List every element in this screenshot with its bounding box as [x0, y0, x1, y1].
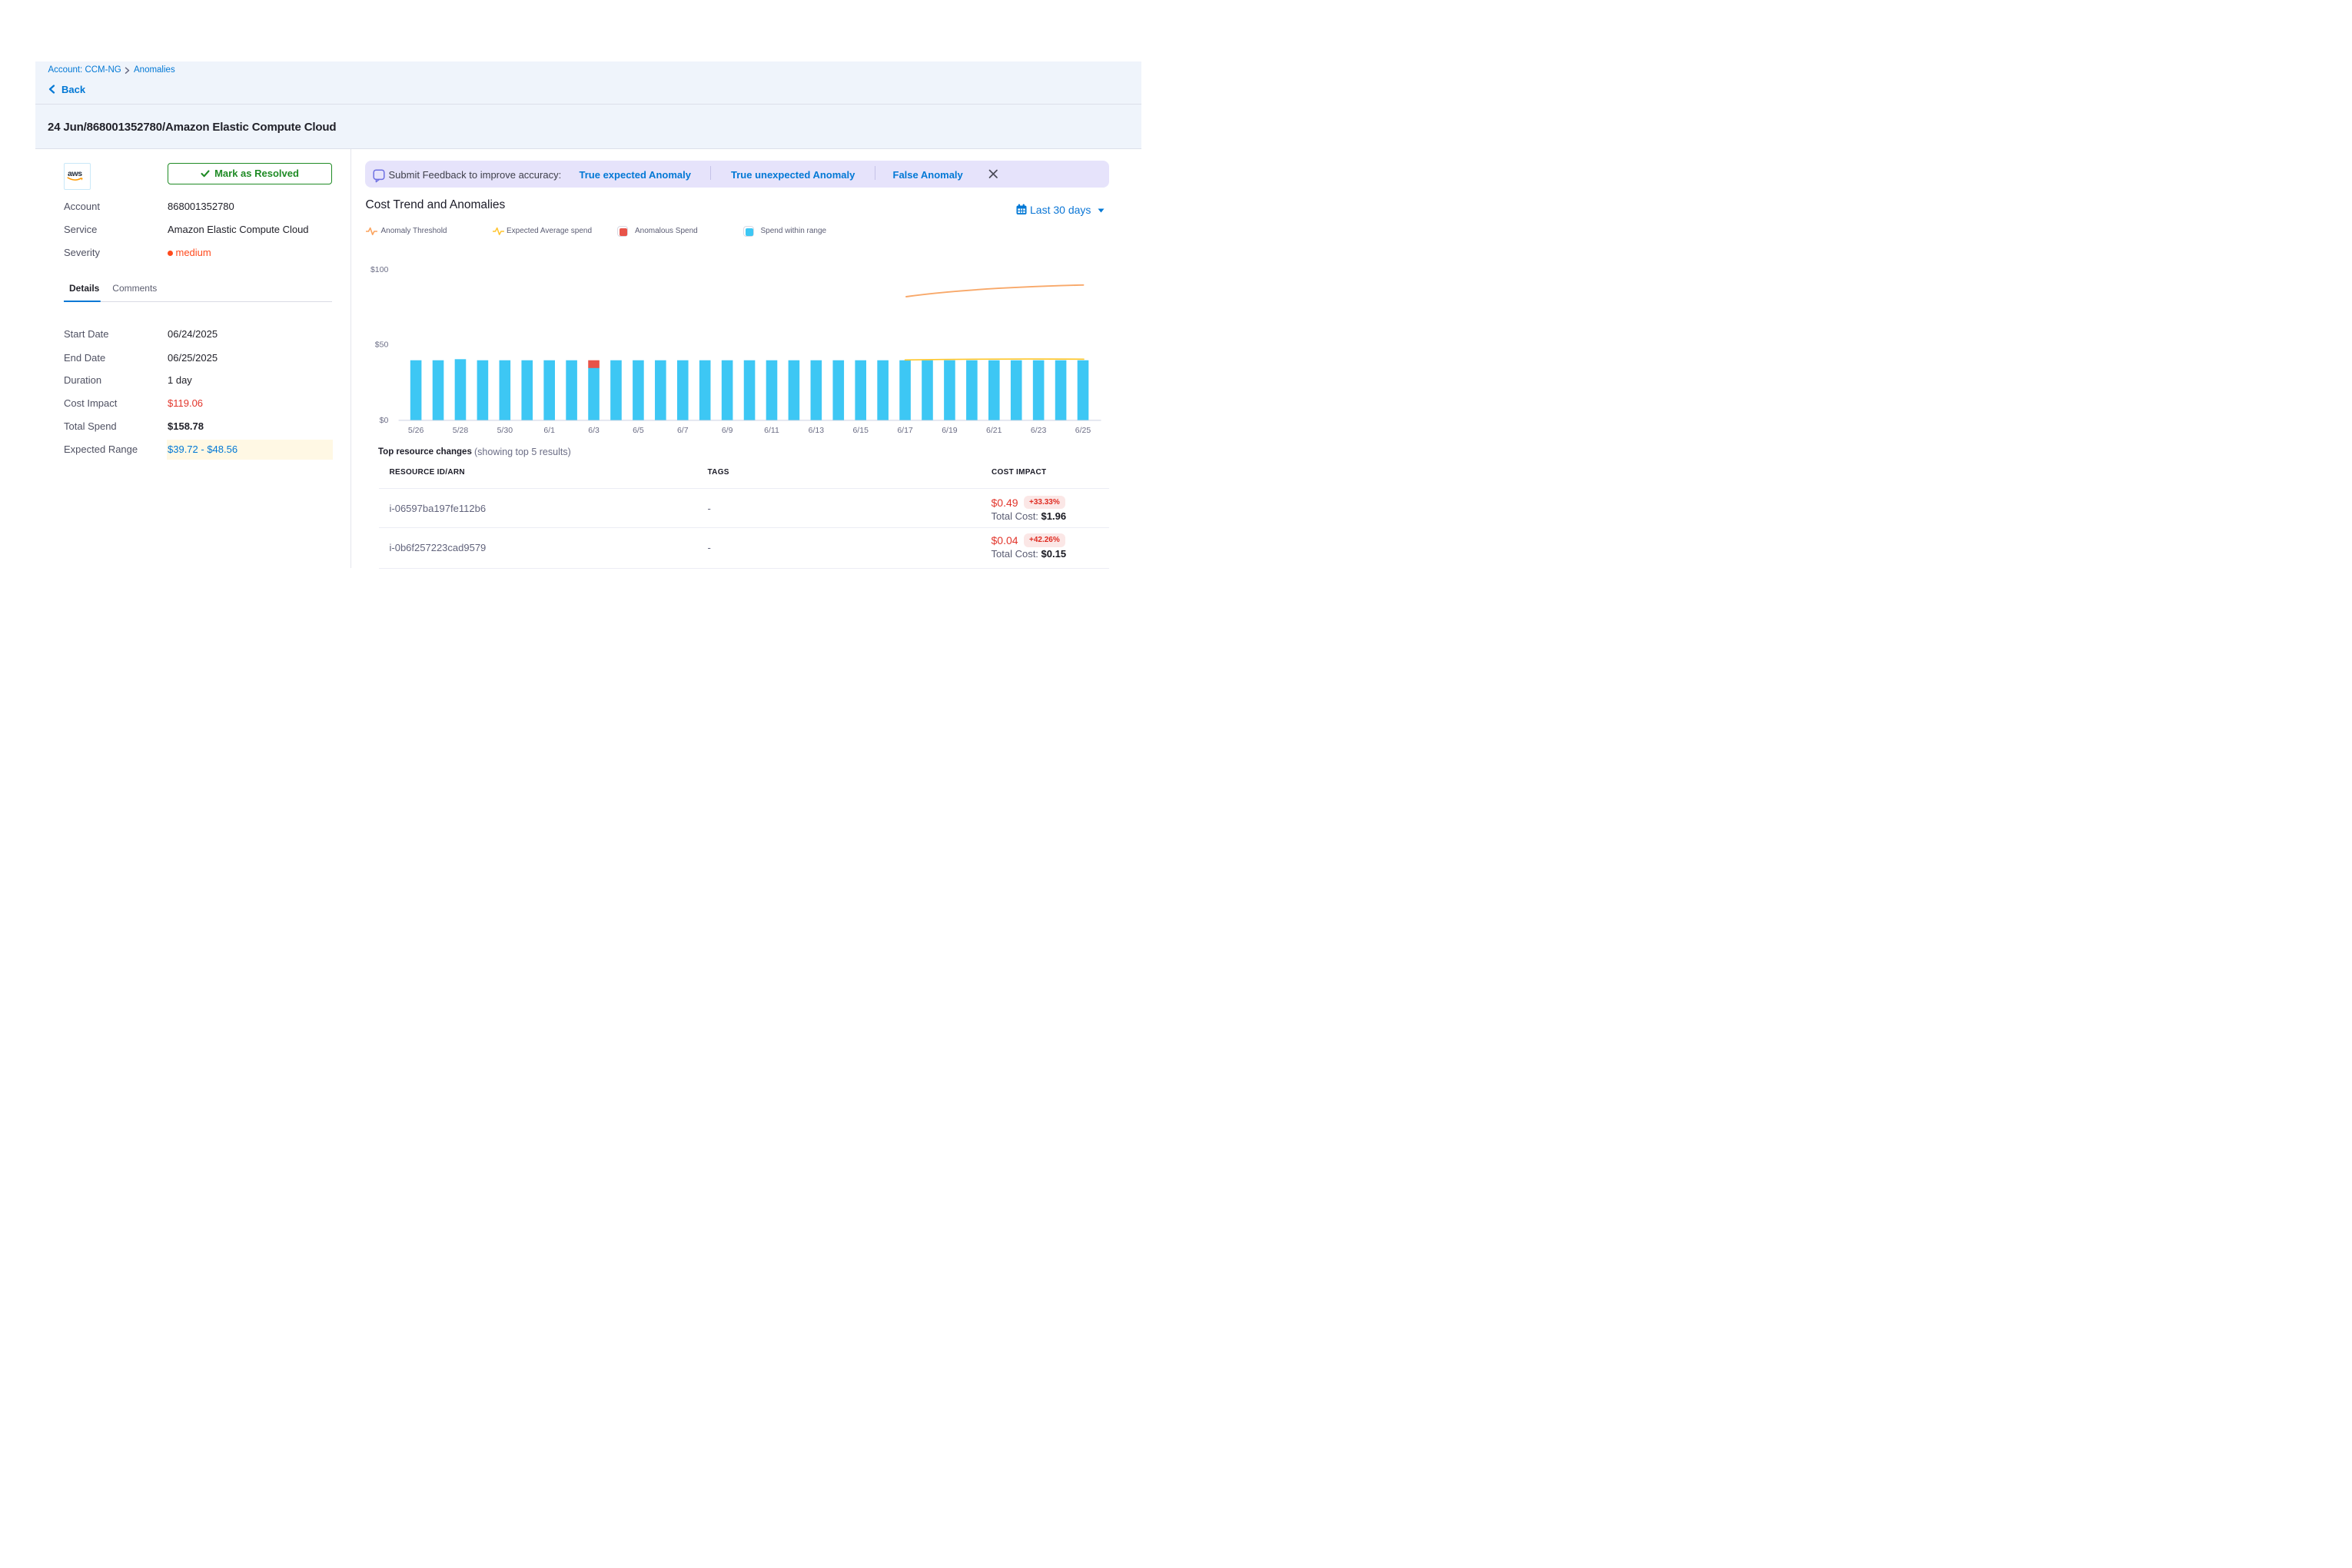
svg-text:$0: $0 — [380, 416, 389, 425]
svg-text:6/19: 6/19 — [942, 426, 958, 435]
svg-text:6/7: 6/7 — [677, 426, 689, 435]
svg-text:6/17: 6/17 — [897, 426, 913, 435]
svg-text:6/11: 6/11 — [764, 426, 779, 435]
svg-text:$100: $100 — [370, 265, 389, 274]
svg-text:6/23: 6/23 — [1031, 426, 1047, 435]
svg-text:$50: $50 — [375, 341, 389, 350]
svg-text:6/1: 6/1 — [543, 426, 555, 435]
svg-text:6/3: 6/3 — [588, 426, 600, 435]
svg-text:5/26: 5/26 — [408, 426, 424, 435]
svg-text:6/21: 6/21 — [986, 426, 1002, 435]
svg-text:5/28: 5/28 — [453, 426, 469, 435]
svg-text:6/9: 6/9 — [722, 426, 733, 435]
svg-text:6/15: 6/15 — [852, 426, 869, 435]
svg-text:6/25: 6/25 — [1075, 426, 1091, 435]
svg-text:6/5: 6/5 — [633, 426, 644, 435]
svg-text:5/30: 5/30 — [497, 426, 513, 435]
svg-text:6/13: 6/13 — [809, 426, 825, 435]
